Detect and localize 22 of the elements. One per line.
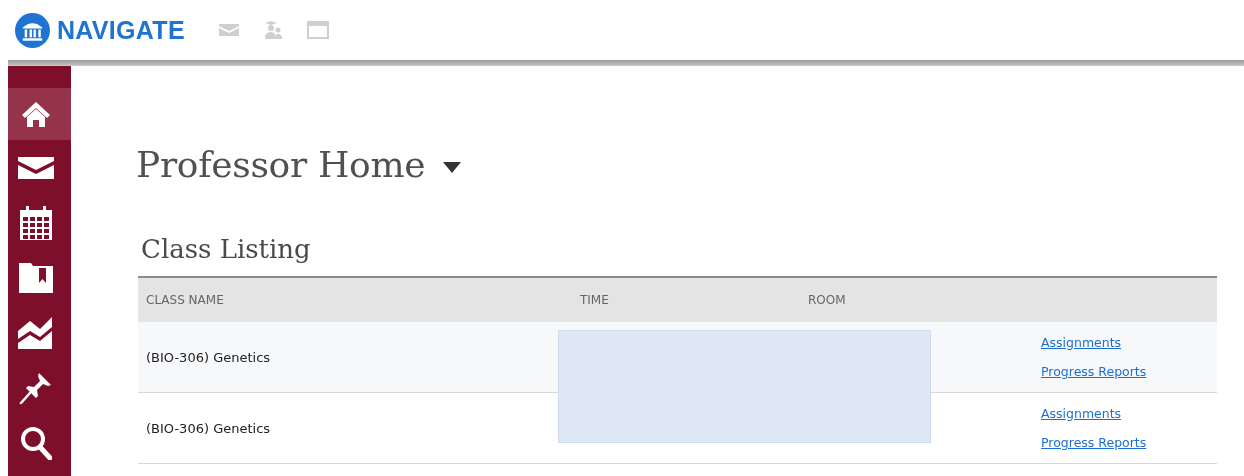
logo-icon bbox=[15, 12, 50, 48]
column-header: TIME bbox=[579, 293, 610, 307]
caret-icon[interactable] bbox=[443, 161, 462, 173]
pushpin-icon bbox=[18, 370, 53, 405]
link[interactable]: Assignments bbox=[1041, 335, 1122, 350]
column-header: CLASS NAME bbox=[145, 293, 225, 307]
section-title: Class Listing bbox=[141, 233, 312, 266]
brand-name: NAVIGATE bbox=[57, 15, 185, 45]
calendar-icon bbox=[19, 205, 52, 240]
link[interactable]: Progress Reports bbox=[1041, 435, 1147, 450]
link[interactable]: Assignments bbox=[1041, 406, 1122, 421]
chart-icon bbox=[17, 316, 54, 349]
home-icon bbox=[20, 100, 51, 128]
class-name-cell-text: (BIO-306) Genetics bbox=[145, 420, 272, 436]
link[interactable]: Progress Reports bbox=[1041, 364, 1147, 379]
sidebar-item[interactable] bbox=[8, 88, 71, 140]
page-title: Professor Home bbox=[136, 143, 426, 187]
search-icon bbox=[19, 425, 52, 460]
class-name-cell-text: (BIO-306) Genetics bbox=[145, 349, 272, 365]
folder-icon bbox=[18, 262, 53, 293]
mail-icon bbox=[17, 156, 54, 179]
column-header: ROOM bbox=[807, 293, 847, 307]
